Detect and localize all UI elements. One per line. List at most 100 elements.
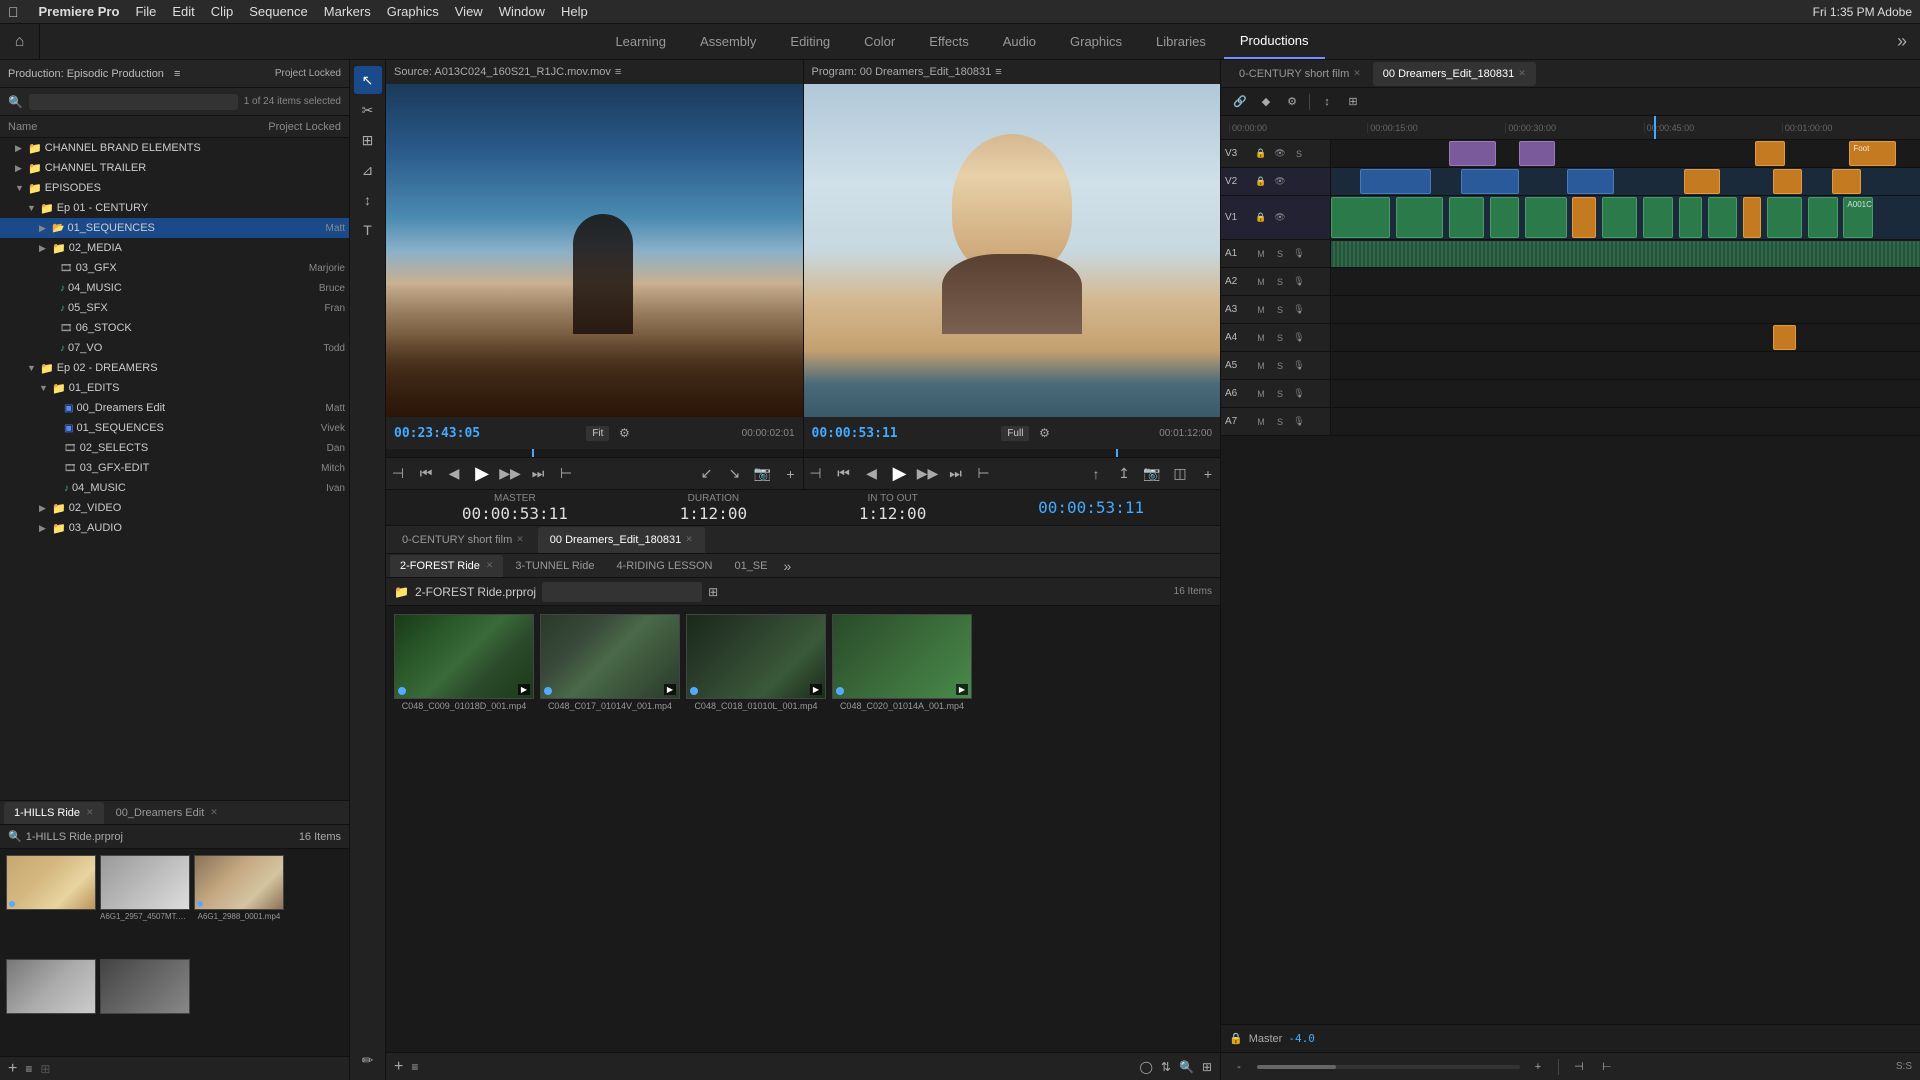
prog-lift-button[interactable]: ↑: [1084, 462, 1108, 486]
track-solo-btn[interactable]: S: [1272, 358, 1288, 374]
menu-help[interactable]: Help: [561, 4, 588, 19]
pen-tool[interactable]: ✏: [354, 1046, 382, 1074]
settings-tl-button[interactable]: ⚙: [1281, 91, 1303, 113]
v1-clip-7[interactable]: [1602, 197, 1637, 238]
tab-color[interactable]: Color: [848, 24, 911, 59]
menu-window[interactable]: Window: [499, 4, 545, 19]
track-mic-icon[interactable]: 🎙: [1291, 246, 1307, 262]
play-forward-button[interactable]: ▶▶: [498, 462, 522, 486]
tab-assembly[interactable]: Assembly: [684, 24, 772, 59]
track-mute-btn[interactable]: M: [1253, 358, 1269, 374]
program-settings-icon[interactable]: ⚙: [1033, 422, 1055, 444]
track-a4-content[interactable]: [1331, 324, 1920, 351]
tl-tab-dreamers[interactable]: 00 Dreamers_Edit_180831 ✕: [1373, 62, 1536, 86]
close-tl-tab-icon[interactable]: ✕: [1518, 68, 1526, 79]
track-a6-content[interactable]: [1331, 380, 1920, 407]
program-scale-dropdown[interactable]: Full: [1001, 426, 1029, 441]
list-icon[interactable]: ≡: [411, 1060, 418, 1074]
sort-icon[interactable]: ⇅: [1161, 1060, 1171, 1074]
program-timecode-bar[interactable]: [804, 449, 1221, 457]
track-lock-icon[interactable]: 🔒: [1253, 146, 1269, 162]
tree-item-01-sequences[interactable]: ▶ 📂 01_SEQUENCES Matt: [0, 218, 349, 238]
thumbnail-item[interactable]: [100, 959, 190, 1050]
new-bin-icon[interactable]: ⊞: [708, 585, 718, 599]
v2-clip-6[interactable]: [1832, 169, 1861, 194]
source-scale-dropdown[interactable]: Fit: [586, 426, 609, 441]
tree-item-ep02-01seq[interactable]: ▣ 01_SEQUENCES Vivek: [0, 418, 349, 438]
source-menu-icon[interactable]: ≡: [615, 66, 621, 78]
bin-tab-01-se[interactable]: 01_SE: [724, 555, 777, 577]
search-bin-icon[interactable]: 🔍: [1179, 1060, 1194, 1074]
prog-extract-button[interactable]: ↥: [1112, 462, 1136, 486]
track-mute-btn[interactable]: M: [1253, 246, 1269, 262]
v3-clip-2[interactable]: [1519, 141, 1554, 166]
snap-button[interactable]: 🔗: [1229, 91, 1251, 113]
panel-menu-icon[interactable]: ≡: [174, 68, 180, 80]
thumbnail-item[interactable]: [6, 959, 96, 1050]
tab-graphics[interactable]: Graphics: [1054, 24, 1138, 59]
tab-learning[interactable]: Learning: [599, 24, 682, 59]
bin-tab-forest-ride[interactable]: 2-FOREST Ride ✕: [390, 555, 503, 577]
go-to-in-button[interactable]: ⊣: [1569, 1057, 1589, 1077]
tab-hills-ride[interactable]: 1-HILLS Ride ✕: [4, 802, 104, 824]
close-tab-icon[interactable]: ✕: [86, 807, 94, 818]
track-solo-btn[interactable]: S: [1272, 414, 1288, 430]
tab-editing[interactable]: Editing: [774, 24, 846, 59]
tree-item-02-video[interactable]: ▶ 📁 02_VIDEO: [0, 498, 349, 518]
tree-item-04-music[interactable]: ♪ 04_MUSIC Bruce: [0, 278, 349, 298]
grid-view-icon[interactable]: ⊞: [40, 1062, 50, 1076]
track-solo-btn[interactable]: S: [1272, 330, 1288, 346]
step-back-button[interactable]: ⏮: [414, 462, 438, 486]
toggle-view-button[interactable]: ⊞: [1342, 91, 1364, 113]
source-video-display[interactable]: [386, 84, 803, 417]
prog-play-button[interactable]: ▶: [888, 462, 912, 486]
more-workspaces-button[interactable]: »: [1884, 24, 1920, 60]
tree-item-02-selects[interactable]: 🎞 02_SELECTS Dan: [0, 438, 349, 458]
tree-item-ep01[interactable]: ▼ 📁 Ep 01 - CENTURY: [0, 198, 349, 218]
v1-clip-12[interactable]: [1767, 197, 1802, 238]
zoom-slider-track[interactable]: [1257, 1065, 1520, 1069]
tab-productions[interactable]: Productions: [1224, 24, 1325, 59]
bin-thumbnail-item[interactable]: ▶ C048_C009_01018D_001.mp4: [394, 614, 534, 1044]
close-seq-tab-icon[interactable]: ✕: [685, 534, 693, 545]
bin-thumbnail-item[interactable]: ▶ C048_C020_01014A_001.mp4: [832, 614, 972, 1044]
v2-clip-4[interactable]: [1684, 169, 1719, 194]
v1-clip-9[interactable]: [1679, 197, 1703, 238]
tab-dreamers-edit[interactable]: 00_Dreamers Edit ✕: [106, 802, 228, 824]
add-marker-button[interactable]: +: [779, 462, 803, 486]
prog-camera-button[interactable]: 📷: [1140, 462, 1164, 486]
razor-tool[interactable]: ✂: [354, 96, 382, 124]
bin-tab-riding-lesson[interactable]: 4-RIDING LESSON: [606, 555, 722, 577]
close-bin-tab-icon[interactable]: ✕: [486, 560, 494, 571]
camera-button[interactable]: 📷: [751, 462, 775, 486]
add-icon[interactable]: +: [394, 1058, 403, 1076]
thumbnail-item[interactable]: A6G1_2988_0001.mp4: [194, 855, 284, 955]
prog-step-forward-button[interactable]: ⏭: [944, 462, 968, 486]
track-solo-btn[interactable]: S: [1272, 302, 1288, 318]
search-input[interactable]: [29, 94, 238, 110]
tree-item-02-media[interactable]: ▶ 📁 02_MEDIA: [0, 238, 349, 258]
track-mic-icon[interactable]: 🎙: [1291, 302, 1307, 318]
track-v1-content[interactable]: A001C: [1331, 196, 1920, 239]
tree-item-channel-trailer[interactable]: ▶ 📁 CHANNEL TRAILER: [0, 158, 349, 178]
menu-sequence[interactable]: Sequence: [249, 4, 308, 19]
tree-item-ep02[interactable]: ▼ 📁 Ep 02 - DREAMERS: [0, 358, 349, 378]
source-timecode-bar[interactable]: [386, 449, 803, 457]
more-bin-tabs-icon[interactable]: »: [783, 558, 791, 574]
prog-step-back-button[interactable]: ⏮: [832, 462, 856, 486]
track-mic-icon[interactable]: 🎙: [1291, 330, 1307, 346]
seq-tab-dreamers[interactable]: 00 Dreamers_Edit_180831 ✕: [538, 527, 705, 553]
tree-item-channel-brand[interactable]: ▶ 📁 CHANNEL BRAND ELEMENTS: [0, 138, 349, 158]
track-eye-icon[interactable]: 👁: [1272, 210, 1288, 226]
mark-out-button[interactable]: ⊢: [554, 462, 578, 486]
tree-item-dreamers-edit[interactable]: ▣ 00_Dreamers Edit Matt: [0, 398, 349, 418]
v1-clip-13[interactable]: [1808, 197, 1837, 238]
track-mic-icon[interactable]: 🎙: [1291, 274, 1307, 290]
menu-clip[interactable]: Clip: [211, 4, 233, 19]
v3-clip-4[interactable]: Foot: [1849, 141, 1896, 166]
tree-item-episodes[interactable]: ▼ 📁 EPISODES: [0, 178, 349, 198]
track-a1-content[interactable]: [1331, 240, 1920, 267]
overwrite-button[interactable]: ↘: [723, 462, 747, 486]
tl-tab-century[interactable]: 0-CENTURY short film ✕: [1229, 62, 1371, 86]
v3-clip-3[interactable]: [1755, 141, 1784, 166]
